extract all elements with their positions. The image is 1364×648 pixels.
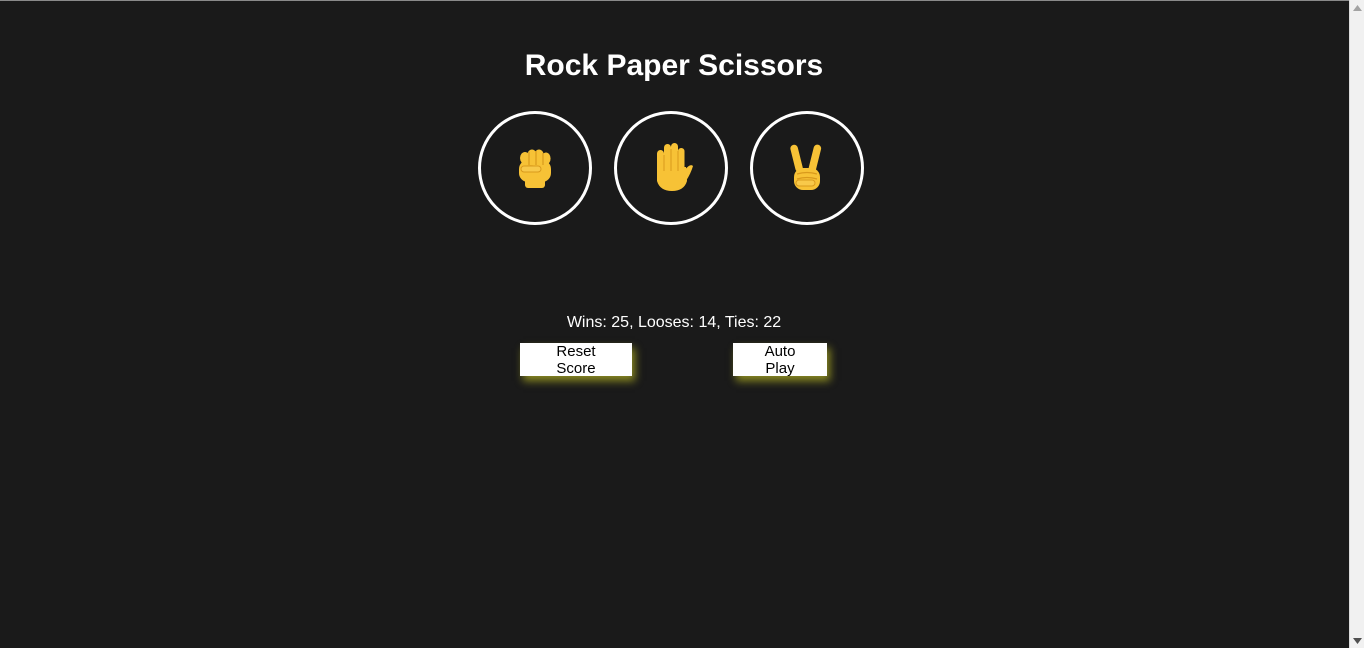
victory-hand-icon <box>786 141 828 195</box>
top-border <box>0 0 1349 1</box>
vertical-scrollbar[interactable] <box>1349 0 1364 648</box>
reset-score-button[interactable]: Reset Score <box>520 343 632 377</box>
scroll-down-arrow-icon[interactable] <box>1350 633 1364 648</box>
raised-fist-icon <box>513 146 557 190</box>
scissors-button[interactable] <box>750 111 864 225</box>
auto-play-button[interactable]: Auto Play <box>733 343 827 377</box>
page-title: Rock Paper Scissors <box>524 49 824 82</box>
raised-hand-icon <box>646 141 696 195</box>
game-page: Rock Paper Scissors Wins: 25, Looses: 14… <box>0 0 1364 648</box>
paper-button[interactable] <box>614 111 728 225</box>
rock-button[interactable] <box>478 111 592 225</box>
scroll-up-arrow-icon[interactable] <box>1350 0 1364 15</box>
score-text: Wins: 25, Looses: 14, Ties: 22 <box>566 314 782 331</box>
